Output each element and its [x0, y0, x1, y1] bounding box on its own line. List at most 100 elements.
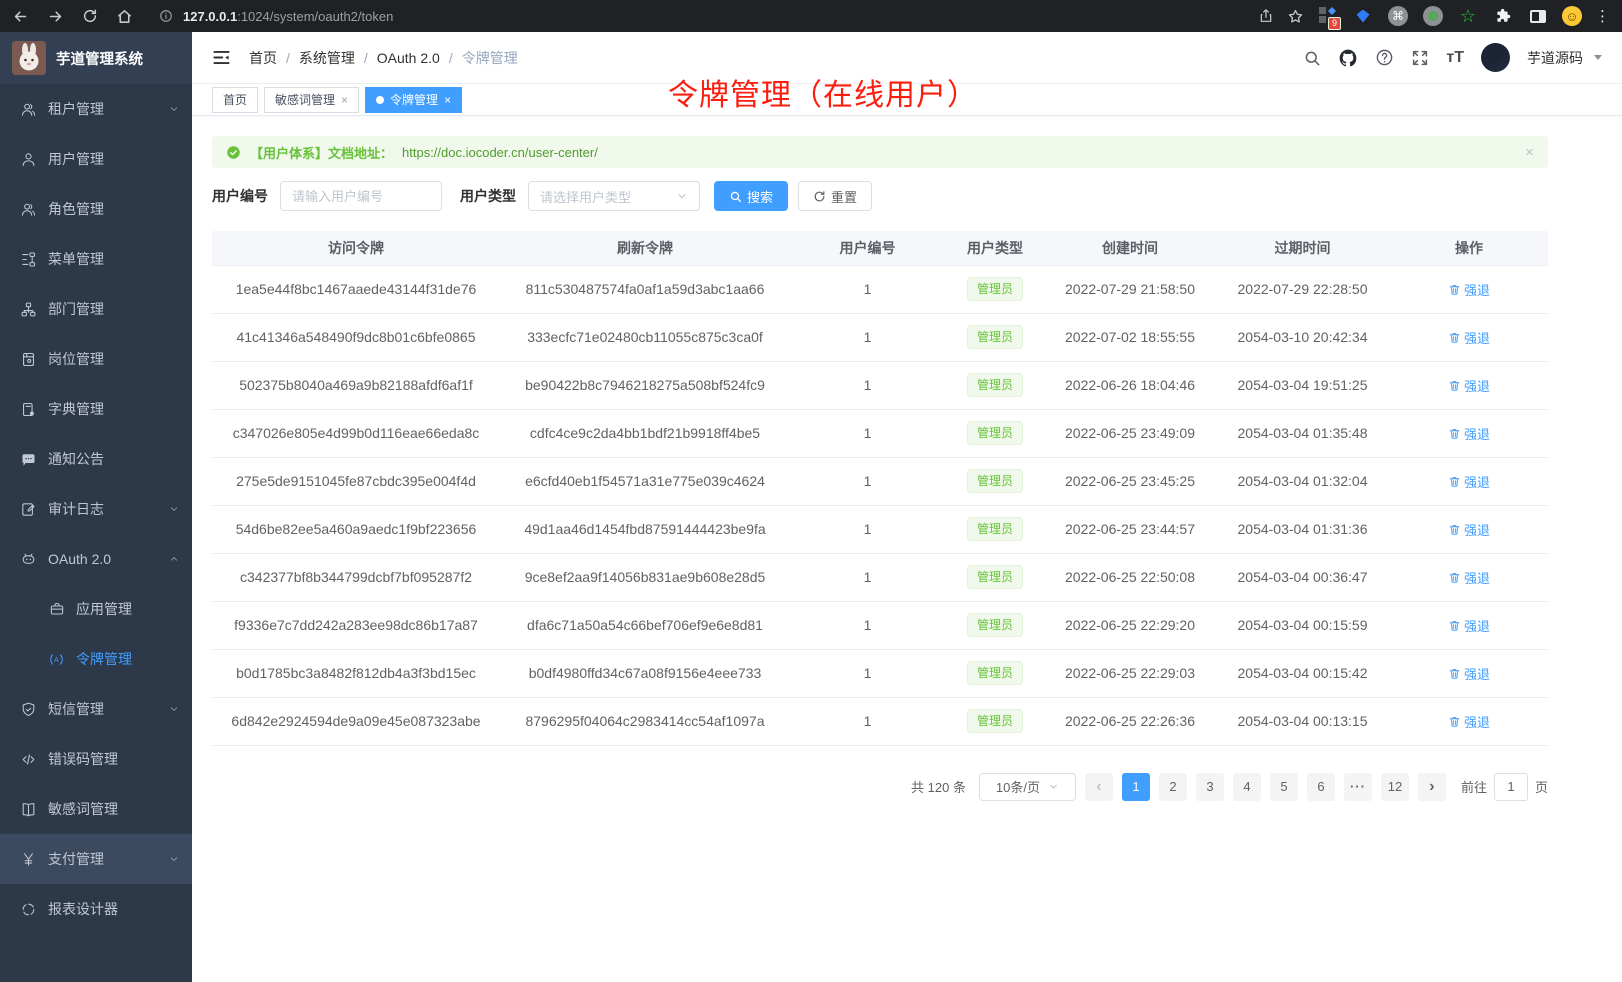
alert-close-icon[interactable]: ×: [1525, 144, 1534, 161]
extension-gem-icon[interactable]: [1352, 5, 1374, 27]
tab-敏感词管理[interactable]: 敏感词管理 ×: [264, 87, 359, 113]
github-icon[interactable]: [1338, 48, 1358, 68]
breadcrumb-item[interactable]: OAuth 2.0: [377, 50, 440, 66]
sidebar-item-字典管理[interactable]: 字典管理: [0, 384, 192, 434]
browser-profile-avatar[interactable]: ☺: [1562, 6, 1582, 26]
bookmark-star-icon[interactable]: [1287, 8, 1304, 25]
tab-close-icon[interactable]: ×: [341, 94, 348, 106]
doc-link[interactable]: https://doc.iocoder.cn/user-center/: [402, 145, 598, 160]
trash-icon: [1448, 619, 1461, 632]
page-more-button[interactable]: ···: [1344, 773, 1372, 801]
extension-star-icon[interactable]: ☆: [1457, 5, 1479, 27]
sidebar-item-租户管理[interactable]: 租户管理: [0, 84, 192, 134]
user-type-select[interactable]: 请选择用户类型: [528, 181, 700, 211]
extension-tampermonkey-icon[interactable]: 9: [1317, 5, 1339, 27]
user-id-input[interactable]: [280, 181, 442, 211]
help-icon[interactable]: [1375, 48, 1394, 67]
sidebar-item-令牌管理[interactable]: A 令牌管理: [0, 634, 192, 684]
sidebar-item-应用管理[interactable]: 应用管理: [0, 584, 192, 634]
sidebar-item-菜单管理[interactable]: 菜单管理: [0, 234, 192, 284]
force-logout-button[interactable]: 强退: [1448, 664, 1490, 683]
sidebar-item-报表设计器[interactable]: 报表设计器: [0, 884, 192, 934]
svg-text:A: A: [54, 656, 59, 664]
expire-time-cell: 2054-03-04 00:13:15: [1215, 697, 1390, 745]
force-logout-button[interactable]: 强退: [1448, 280, 1490, 299]
force-logout-button[interactable]: 强退: [1448, 520, 1490, 539]
prev-page-button[interactable]: ‹: [1085, 773, 1113, 801]
page-button-5[interactable]: 5: [1270, 773, 1298, 801]
breadcrumb-item[interactable]: 首页: [249, 48, 277, 68]
force-logout-button[interactable]: 强退: [1448, 472, 1490, 491]
column-header: 创建时间: [1045, 231, 1215, 265]
chevron-down-icon: [168, 103, 180, 115]
page-button-6[interactable]: 6: [1307, 773, 1335, 801]
browser-back-icon[interactable]: [12, 8, 29, 25]
sidebar-item-敏感词管理[interactable]: 敏感词管理: [0, 784, 192, 834]
reset-button[interactable]: 重置: [798, 181, 872, 211]
table-row: 54d6be82ee5a460a9aedc1f9bf223656 49d1aa4…: [212, 505, 1548, 553]
sidebar-item-短信管理[interactable]: 短信管理: [0, 684, 192, 734]
sidebar-item-通知公告[interactable]: 通知公告: [0, 434, 192, 484]
sidebar-item-部门管理[interactable]: 部门管理: [0, 284, 192, 334]
user-id-cell: 1: [790, 505, 945, 553]
sidebar-collapse-icon[interactable]: [212, 48, 231, 67]
trash-icon: [1448, 427, 1461, 440]
page-button-12[interactable]: 12: [1381, 773, 1409, 801]
search-icon[interactable]: [1303, 49, 1321, 67]
extension-command-icon[interactable]: ⌘: [1387, 5, 1409, 27]
sidebar-item-岗位管理[interactable]: 岗位管理: [0, 334, 192, 384]
app-logo[interactable]: 芋道管理系统: [0, 32, 192, 84]
user-type-badge: 管理员: [967, 517, 1023, 541]
user-icon: [20, 151, 37, 168]
sidebar-item-错误码管理[interactable]: 错误码管理: [0, 734, 192, 784]
page-button-3[interactable]: 3: [1196, 773, 1224, 801]
user-id-cell: 1: [790, 361, 945, 409]
address-bar[interactable]: 127.0.0.1:1024/system/oauth2/token: [149, 4, 1244, 28]
font-size-icon[interactable]: тT: [1446, 49, 1464, 67]
force-logout-button[interactable]: 强退: [1448, 328, 1490, 347]
sidebar-item-用户管理[interactable]: 用户管理: [0, 134, 192, 184]
user-id-cell: 1: [790, 409, 945, 457]
page-size-select[interactable]: 10条/页: [979, 773, 1076, 801]
access-token-cell: b0d1785bc3a8482f812db4a3f3bd15ec: [212, 649, 500, 697]
page-button-2[interactable]: 2: [1159, 773, 1187, 801]
access-token-cell: 54d6be82ee5a460a9aedc1f9bf223656: [212, 505, 500, 553]
chevron-down-icon: [1048, 781, 1059, 792]
search-button[interactable]: 搜索: [714, 181, 788, 211]
page-button-4[interactable]: 4: [1233, 773, 1261, 801]
fullscreen-icon[interactable]: [1411, 49, 1429, 67]
next-page-button[interactable]: ›: [1418, 773, 1446, 801]
site-info-icon[interactable]: [159, 9, 173, 23]
user-type-badge: 管理员: [967, 421, 1023, 445]
extension-sidepanel-icon[interactable]: [1527, 5, 1549, 27]
browser-forward-icon[interactable]: [47, 8, 64, 25]
user-type-cell: 管理员: [945, 409, 1045, 457]
extension-recorder-icon[interactable]: [1422, 5, 1444, 27]
share-icon[interactable]: [1258, 8, 1274, 24]
sidebar-item-角色管理[interactable]: 角色管理: [0, 184, 192, 234]
access-token-cell: f9336e7c7dd242a283ee98dc86b17a87: [212, 601, 500, 649]
user-avatar[interactable]: [1481, 43, 1510, 72]
force-logout-button[interactable]: 强退: [1448, 376, 1490, 395]
sidebar-item-OAuth 2.0[interactable]: OAuth 2.0: [0, 534, 192, 584]
force-logout-button[interactable]: 强退: [1448, 616, 1490, 635]
tab-首页[interactable]: 首页: [212, 87, 258, 113]
created-time-cell: 2022-07-29 21:58:50: [1045, 265, 1215, 313]
extension-puzzle-icon[interactable]: [1492, 5, 1514, 27]
goto-page-input[interactable]: [1494, 773, 1528, 801]
breadcrumb-item[interactable]: 系统管理: [299, 48, 355, 68]
tab-close-icon[interactable]: ×: [444, 94, 451, 106]
user-id-label: 用户编号: [212, 186, 268, 206]
tab-令牌管理[interactable]: 令牌管理 ×: [365, 87, 462, 113]
browser-home-icon[interactable]: [116, 8, 133, 25]
browser-menu-icon[interactable]: ⋮: [1595, 9, 1610, 24]
sidebar-item-审计日志[interactable]: 审计日志: [0, 484, 192, 534]
force-logout-button[interactable]: 强退: [1448, 568, 1490, 587]
force-logout-button[interactable]: 强退: [1448, 712, 1490, 731]
browser-reload-icon[interactable]: [82, 8, 98, 24]
chevron-down-icon[interactable]: [1594, 55, 1602, 60]
sidebar-item-支付管理[interactable]: 支付管理: [0, 834, 192, 884]
username[interactable]: 芋道源码: [1527, 48, 1583, 68]
force-logout-button[interactable]: 强退: [1448, 424, 1490, 443]
page-button-1[interactable]: 1: [1122, 773, 1150, 801]
